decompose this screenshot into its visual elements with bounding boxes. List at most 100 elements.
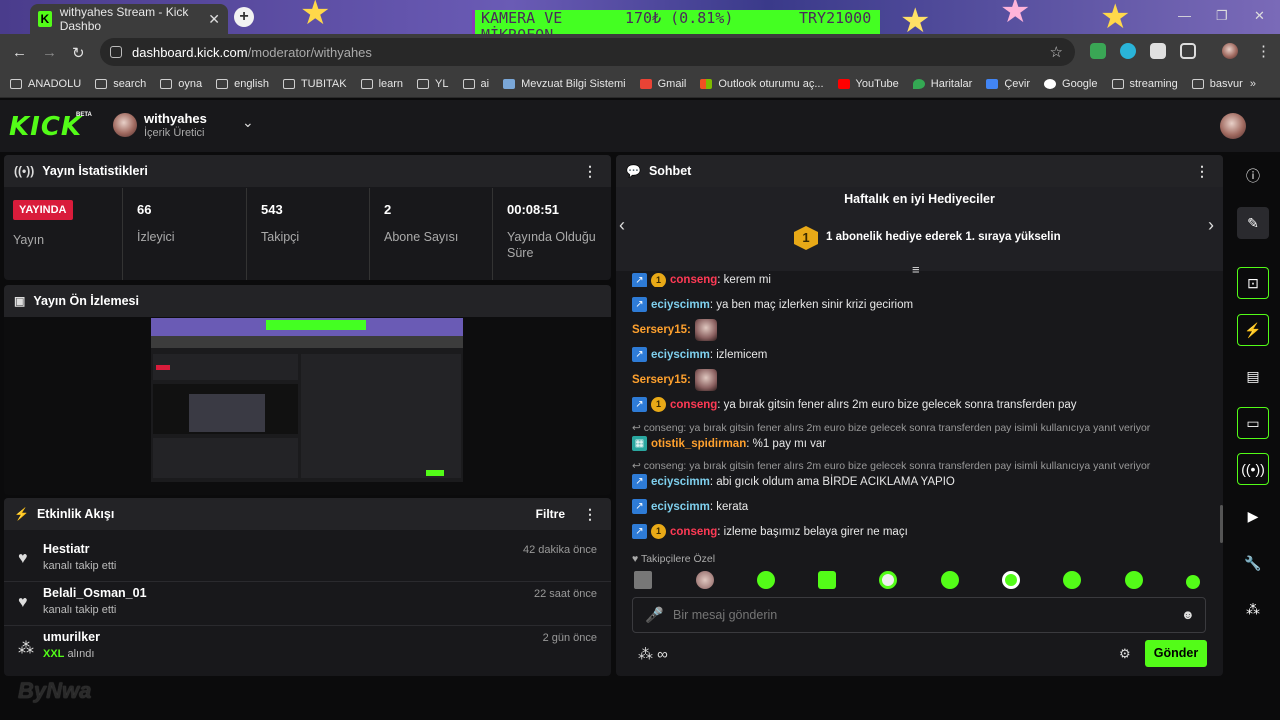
browser-tab[interactable]: K withyahes Stream - Kick Dashbo ✕	[30, 4, 228, 34]
emote-icon[interactable]	[1125, 571, 1143, 589]
video-icon[interactable]: ▶	[1237, 500, 1269, 532]
bookmark-star-icon[interactable]: ☆	[1050, 43, 1063, 61]
notes-icon[interactable]: ▤	[1237, 360, 1269, 392]
filter-button[interactable]: Filtre	[536, 507, 565, 521]
chat-title: Sohbet	[648, 164, 692, 178]
bookmark-yl[interactable]: YL	[417, 78, 449, 90]
activity-menu-icon[interactable]: ⋮	[583, 506, 597, 523]
extension-shield-icon[interactable]	[1090, 43, 1106, 59]
beta-label: BETA	[76, 112, 92, 118]
reload-icon[interactable]: ↻	[72, 44, 85, 62]
kick-logo[interactable]: KICK	[9, 112, 82, 142]
chat-icon[interactable]: ▭	[1237, 407, 1269, 439]
bookmark-google[interactable]: Google	[1044, 78, 1098, 90]
bookmark-haritalar[interactable]: Haritalar	[912, 78, 972, 90]
lightning-icon[interactable]: ⚡	[1237, 314, 1269, 346]
channel-username[interactable]: withyahes	[144, 111, 207, 126]
bookmark-tubitak[interactable]: TUBITAK	[282, 78, 347, 90]
site-info-icon[interactable]	[110, 46, 122, 58]
send-button[interactable]: Gönder	[1145, 640, 1207, 667]
bookmark-learn[interactable]: learn	[360, 78, 403, 90]
bookmark-mevzuat[interactable]: Mevzuat Bilgi Sistemi	[503, 78, 626, 90]
chat-menu-icon[interactable]: ⋮	[1195, 163, 1209, 180]
emote-icon[interactable]	[1186, 575, 1200, 589]
youtube-icon	[837, 78, 850, 89]
collapse-banner-icon[interactable]: ≡	[912, 262, 920, 277]
profile-avatar-icon[interactable]	[1222, 43, 1238, 59]
emote-icon[interactable]	[696, 571, 714, 589]
extension-icon[interactable]	[1150, 43, 1166, 59]
emote-icon[interactable]	[879, 571, 897, 589]
back-arrow-icon[interactable]: ←	[12, 44, 27, 61]
channel-avatar[interactable]	[113, 113, 137, 137]
chat-message: Sersery15:	[632, 319, 717, 341]
bookmark-outlook[interactable]: Outlook oturumu aç...	[700, 78, 824, 90]
chat-message: ↗ 1 conseng: ya bırak gitsin fener alırs …	[632, 397, 1077, 412]
maximize-icon[interactable]: ❐	[1216, 8, 1228, 24]
chat-settings-icon[interactable]: ⚙	[1119, 646, 1131, 662]
broadcast-icon[interactable]: ((•))	[1237, 453, 1269, 485]
emote-icon[interactable]	[1063, 571, 1081, 589]
folder-icon	[282, 78, 295, 89]
reply-indicator: ↩ conseng: ya bırak gitsin fener alırs 2…	[632, 460, 1151, 472]
folder-icon	[160, 78, 173, 89]
more-bookmarks-icon[interactable]: »	[1250, 78, 1256, 90]
preview-icon: ▣	[14, 294, 26, 308]
watermark-logo: ByNwa	[18, 678, 92, 703]
user-avatar[interactable]	[1220, 113, 1246, 139]
tab-close-icon[interactable]: ✕	[208, 11, 220, 28]
browser-menu-icon[interactable]: ⋮	[1256, 42, 1271, 60]
edit-pencil-icon[interactable]: ✎	[1237, 207, 1269, 239]
new-tab-button[interactable]: +	[234, 7, 254, 27]
kick-badge-icon: ↗	[632, 397, 647, 412]
bookmark-basvur[interactable]: basvur	[1191, 78, 1243, 90]
chat-message: ↗ eciyscimm: izlemicem	[632, 347, 767, 362]
emote-icon[interactable]	[757, 571, 775, 589]
chevron-down-icon[interactable]: ⌄	[242, 114, 254, 131]
forward-arrow-icon[interactable]: →	[42, 44, 57, 61]
extension-translate-icon[interactable]	[1120, 43, 1136, 59]
kick-points-icon[interactable]: ⁂ ∞	[638, 645, 668, 663]
chat-bubble-icon: 💬	[626, 164, 641, 178]
microphone-icon[interactable]: 🎤	[645, 606, 664, 624]
info-icon[interactable]: ⓘ	[1237, 160, 1269, 192]
extensions-puzzle-icon[interactable]	[1180, 43, 1196, 59]
chat-scrollbar[interactable]	[1220, 505, 1223, 543]
activity-item: ⁂ umurilker XXL alındı 2 gün önce	[18, 630, 597, 660]
window-close-icon[interactable]: ✕	[1254, 8, 1265, 24]
emote-icon[interactable]	[1002, 571, 1020, 589]
clip-icon[interactable]: ⊡	[1237, 267, 1269, 299]
bookmark-gmail[interactable]: Gmail	[639, 78, 686, 90]
gmail-icon	[639, 78, 652, 89]
url-path: /moderator/withyahes	[247, 44, 372, 60]
bookmark-search[interactable]: search	[95, 78, 146, 90]
followers-only-label: ♥ Takipçilere Özel	[632, 553, 716, 565]
activity-feed-header: ⚡ Etkinlik Akışı Filtre ⋮	[4, 498, 611, 530]
minimize-icon[interactable]: —	[1178, 8, 1191, 23]
star-decoration-icon: ★	[1100, 0, 1131, 34]
wrench-icon[interactable]: 🔧	[1237, 547, 1269, 579]
stats-menu-icon[interactable]: ⋮	[583, 163, 597, 180]
bookmark-ai[interactable]: ai	[462, 78, 489, 90]
emote-icon[interactable]	[634, 571, 652, 589]
bookmark-oyna[interactable]: oyna	[160, 78, 202, 90]
stream-preview-header: ▣ Yayın Ön İzlemesi	[4, 285, 611, 317]
bookmark-youtube[interactable]: YouTube	[837, 78, 899, 90]
emote-icon[interactable]	[818, 571, 836, 589]
emoji-icon[interactable]: ☻	[1181, 607, 1195, 622]
bookmark-anadolu[interactable]: ANADOLU	[10, 78, 81, 90]
gifters-prev-icon[interactable]: ‹	[619, 215, 625, 236]
folder-icon	[216, 78, 229, 89]
emote-icon[interactable]	[941, 571, 959, 589]
bookmark-cevir[interactable]: Çevir	[986, 78, 1030, 90]
gifters-next-icon[interactable]: ›	[1208, 215, 1214, 236]
bookmark-english[interactable]: english	[216, 78, 269, 90]
star-decoration-icon: ★	[300, 0, 331, 32]
chat-message-input[interactable]	[673, 604, 1153, 626]
bookmark-streaming[interactable]: streaming	[1111, 78, 1178, 90]
chat-message: ↗ 1 conseng: kerem mi	[632, 273, 771, 287]
kick-points-icon[interactable]: ⁂	[1237, 593, 1269, 625]
kick-badge-icon: ↗	[632, 524, 647, 539]
url-field[interactable]: dashboard.kick.com/moderator/withyahes ☆	[100, 38, 1075, 66]
stream-preview-video[interactable]	[151, 318, 463, 482]
